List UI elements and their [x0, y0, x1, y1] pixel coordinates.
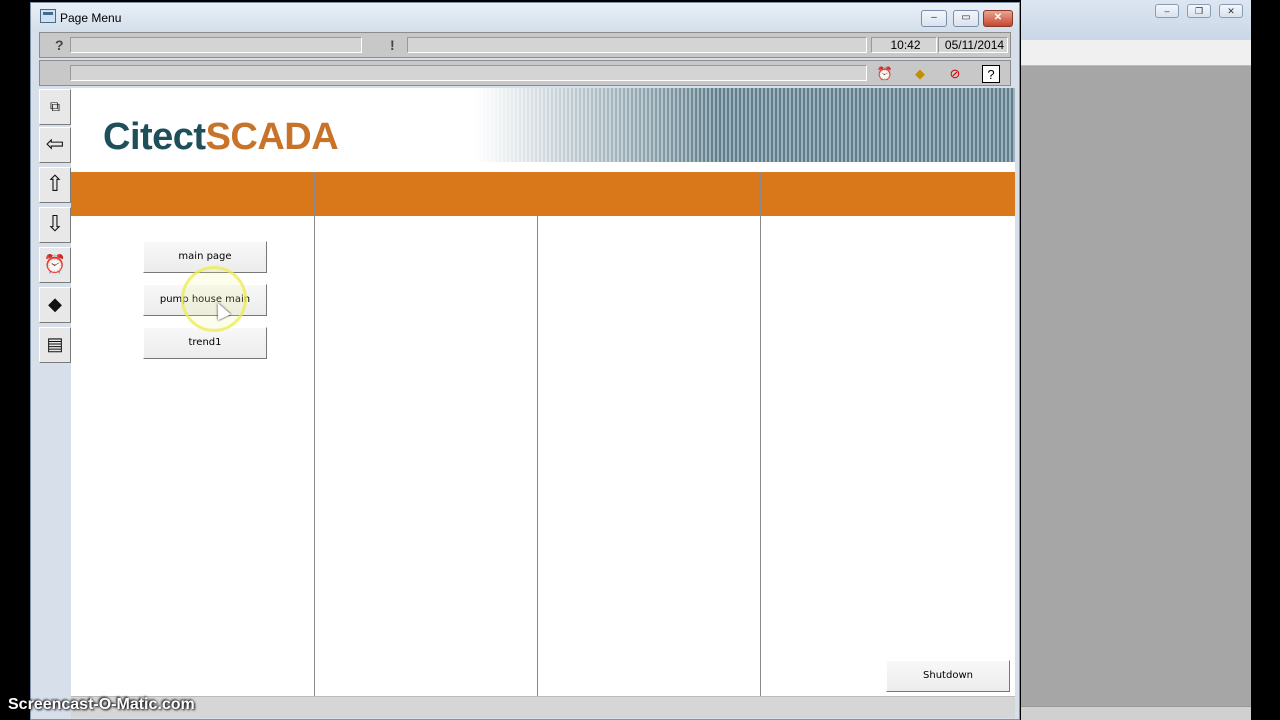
reports-button[interactable]: ▤	[39, 327, 71, 363]
warning-icon[interactable]: ◆	[911, 65, 929, 83]
citect-logo: CitectSCADA	[103, 116, 339, 159]
copy-icon: ⧉	[50, 98, 60, 114]
alarm-clock-icon: ⏰	[43, 254, 67, 274]
report-icon: ▤	[46, 334, 64, 354]
alarm-toolbar: ⏰ ◆ ⊘ ?	[39, 60, 1011, 86]
column-divider	[760, 172, 761, 718]
cancel-icon[interactable]: ⊘	[946, 65, 964, 83]
page-down-button[interactable]: ⇩	[39, 207, 71, 243]
alarm-clock-icon[interactable]: ⏰	[876, 65, 894, 83]
up-icon: ⇧	[45, 171, 65, 196]
down-icon: ⇩	[45, 211, 65, 236]
back-icon: ⇦	[45, 131, 65, 156]
help-pointer-icon[interactable]: ?	[982, 65, 1000, 83]
watermark: Screencast-O-Matic.com	[8, 696, 195, 713]
page-up-button[interactable]: ⇧	[39, 167, 71, 203]
alarm-banner-field	[70, 65, 867, 81]
background-window-menubar	[1021, 40, 1251, 66]
bg-close-button[interactable]: ✕	[1219, 4, 1243, 18]
bg-minimize-button[interactable]: ‒	[1155, 4, 1179, 18]
date-display: 05/11/2014	[938, 37, 1008, 53]
help-field	[70, 37, 362, 53]
close-button[interactable]: ✕	[983, 10, 1013, 27]
logo-citect: Citect	[103, 116, 206, 158]
maximize-button[interactable]: ▭	[953, 10, 979, 27]
titlebar: Page Menu ‒ ▭ ✕	[31, 3, 1019, 31]
header-banner: CitectSCADA	[71, 88, 1015, 170]
bg-restore-button[interactable]: ❐	[1187, 4, 1211, 18]
page-content: CitectSCADA main page pump house main tr…	[71, 88, 1015, 718]
nav-toolbar: ⧉ ⇦ ⇧ ⇩ ⏰ ◆ ▤	[39, 89, 71, 369]
logo-scada: SCADA	[205, 116, 339, 158]
status-toolbar: ? ! 10:42 05/11/2014	[39, 32, 1011, 58]
time-display: 10:42	[871, 37, 937, 53]
copy-button[interactable]: ⧉	[39, 89, 71, 125]
back-button[interactable]: ⇦	[39, 127, 71, 163]
cursor-highlight	[181, 266, 247, 332]
alert-icon[interactable]: !	[390, 37, 395, 53]
warnings-button[interactable]: ◆	[39, 287, 71, 323]
trend1-button[interactable]: trend1	[143, 327, 267, 359]
background-window: ‒ ❐ ✕	[1021, 0, 1251, 720]
window-title: Page Menu	[60, 11, 122, 25]
alarms-button[interactable]: ⏰	[39, 247, 71, 283]
alarm-message-field	[407, 37, 867, 53]
help-icon[interactable]: ?	[55, 37, 64, 53]
app-icon	[40, 9, 56, 23]
menu-header-bar	[71, 172, 1015, 216]
minimize-button[interactable]: ‒	[921, 10, 947, 27]
column-divider	[537, 172, 538, 718]
background-window-statusbar	[1021, 706, 1251, 720]
warning-icon: ◆	[48, 294, 62, 314]
bottom-strip	[71, 696, 1015, 718]
shutdown-button[interactable]: Shutdown	[886, 660, 1010, 692]
column-divider	[314, 172, 315, 718]
header-stripe-graphic	[475, 88, 1015, 162]
page-menu-window: Page Menu ‒ ▭ ✕ ? ! 10:42 05/11/2014 ⏰ ◆…	[30, 2, 1020, 720]
background-window-titlebar: ‒ ❐ ✕	[1021, 0, 1251, 40]
